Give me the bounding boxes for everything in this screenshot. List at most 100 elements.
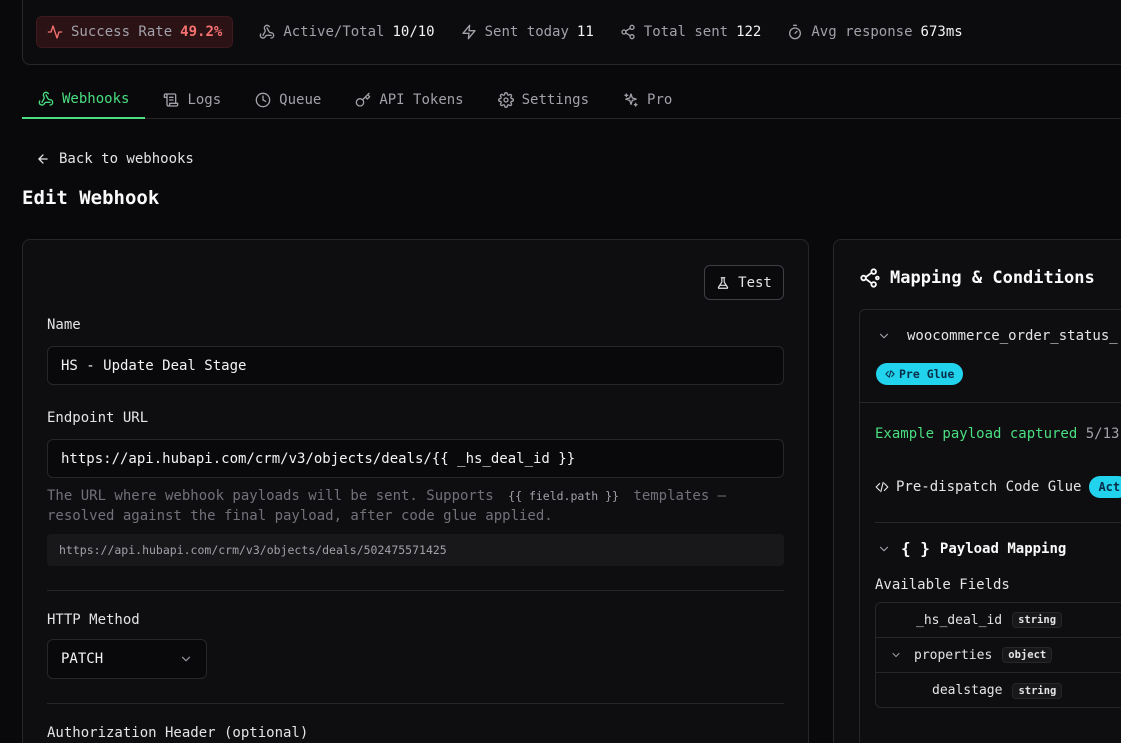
captured-text: Example payload captured xyxy=(875,426,1078,442)
webhook-icon xyxy=(38,91,54,107)
template-syntax-chip: {{ field.path }} xyxy=(508,489,619,503)
sent-today-label: Sent today xyxy=(484,24,569,40)
gear-icon xyxy=(497,91,514,108)
stats-bar: Success Rate 49.2% Active/Total 10/10 Se… xyxy=(22,0,1121,65)
http-method-label: HTTP Method xyxy=(47,612,140,628)
endpoint-url-label: Endpoint URL xyxy=(47,410,149,426)
test-button-label: Test xyxy=(738,274,772,291)
activity-icon xyxy=(47,24,63,40)
field-type-badge: string xyxy=(1012,682,1063,699)
mapping-title: Mapping & Conditions xyxy=(859,267,1095,289)
glue-active-badge: Act xyxy=(1089,476,1121,498)
key-icon xyxy=(355,92,371,108)
sent-today-value: 11 xyxy=(576,24,594,40)
tab-api-tokens[interactable]: API Tokens xyxy=(339,80,479,119)
avg-response-label: Avg response xyxy=(811,24,913,40)
field-type-badge: object xyxy=(1002,647,1053,663)
section-divider xyxy=(47,703,784,704)
name-label: Name xyxy=(47,317,81,333)
panel-divider xyxy=(860,402,1121,403)
chevron-down-icon xyxy=(890,649,902,661)
name-value: HS - Update Deal Stage xyxy=(61,357,247,374)
tab-settings[interactable]: Settings xyxy=(482,80,605,119)
braces-icon: { } xyxy=(901,539,930,558)
total-sent-label: Total sent xyxy=(643,24,729,40)
tab-label: Settings xyxy=(521,91,590,108)
chevron-down-icon xyxy=(877,542,891,556)
test-button[interactable]: Test xyxy=(704,265,784,300)
active-total-label: Active/Total xyxy=(283,24,385,40)
field-name: dealstage xyxy=(932,683,1003,698)
mapping-card: Mapping & Conditions woocommerce_order_s… xyxy=(833,239,1121,743)
captured-date: 5/13 xyxy=(1085,426,1120,442)
back-to-webhooks-link[interactable]: Back to webhooks xyxy=(36,151,194,167)
resolved-url-preview: https://api.hubapi.com/crm/v3/objects/de… xyxy=(47,534,784,566)
main-tabs: Webhooks Logs Queue API Tokens Settings … xyxy=(22,80,1121,119)
avg-response-value: 673ms xyxy=(920,24,963,40)
success-rate-label: Success Rate xyxy=(71,24,173,40)
field-name: properties xyxy=(914,647,993,663)
tab-queue[interactable]: Queue xyxy=(239,80,337,119)
field-name: _hs_deal_id xyxy=(916,612,1003,628)
total-sent-stat: Total sent 122 xyxy=(620,24,762,40)
name-input[interactable]: HS - Update Deal Stage xyxy=(47,346,784,385)
field-row[interactable]: _hs_deal_id string xyxy=(876,603,1121,638)
webhook-form-card: Test Name HS - Update Deal Stage Endpoin… xyxy=(22,239,809,743)
hook-name: woocommerce_order_status_ xyxy=(907,328,1118,344)
hook-panel: woocommerce_order_status_ Pre Glue Examp… xyxy=(859,309,1121,743)
tab-pro[interactable]: Pro xyxy=(607,80,688,119)
panel-divider xyxy=(875,522,1121,523)
endpoint-url-input[interactable]: https://api.hubapi.com/crm/v3/objects/de… xyxy=(47,439,784,478)
sent-today-stat: Sent today 11 xyxy=(461,24,594,40)
field-type-badge: string xyxy=(1012,612,1063,628)
active-total-value: 10/10 xyxy=(392,24,435,40)
tab-label: API Tokens xyxy=(379,91,464,108)
chevron-down-icon xyxy=(877,329,891,343)
payload-mapping-header[interactable]: { } Payload Mapping xyxy=(877,539,1066,558)
clock-icon xyxy=(255,92,271,108)
sparkles-icon xyxy=(623,92,639,108)
section-divider xyxy=(47,590,784,591)
tab-label: Pro xyxy=(647,91,673,108)
flask-icon xyxy=(716,276,730,290)
help-text-before: The URL where webhook payloads will be s… xyxy=(47,488,494,504)
glue-label: Pre-dispatch Code Glue xyxy=(896,479,1082,495)
available-fields-label: Available Fields xyxy=(875,577,1010,593)
pre-glue-badge: Pre Glue xyxy=(876,363,964,385)
timer-icon xyxy=(787,24,803,40)
endpoint-url-value: https://api.hubapi.com/crm/v3/objects/de… xyxy=(61,450,576,467)
success-rate-stat: Success Rate 49.2% xyxy=(36,16,234,48)
total-sent-value: 122 xyxy=(736,24,762,40)
tab-label: Webhooks xyxy=(62,90,130,107)
authorization-header-label: Authorization Header (optional) xyxy=(47,725,309,741)
success-rate-value: 49.2% xyxy=(180,24,223,40)
back-label: Back to webhooks xyxy=(59,151,194,167)
http-method-select[interactable]: PATCH xyxy=(47,639,207,679)
mapping-title-text: Mapping & Conditions xyxy=(890,268,1095,288)
tab-webhooks[interactable]: Webhooks xyxy=(22,80,146,119)
endpoint-url-help: The URL where webhook payloads will be s… xyxy=(47,486,784,526)
active-total-stat: Active/Total 10/10 xyxy=(259,24,435,40)
field-row[interactable]: dealstage string xyxy=(876,673,1121,708)
chevron-down-icon xyxy=(179,652,193,666)
tab-label: Logs xyxy=(187,91,222,108)
bolt-icon xyxy=(461,24,477,40)
page-title: Edit Webhook xyxy=(22,187,160,209)
http-method-value: PATCH xyxy=(61,651,104,667)
tab-logs[interactable]: Logs xyxy=(147,80,237,119)
pre-dispatch-glue-row[interactable]: Pre-dispatch Code Glue Act xyxy=(875,476,1121,498)
share-icon xyxy=(620,24,636,40)
arrow-left-icon xyxy=(36,152,50,166)
available-fields-list: _hs_deal_id string properties object dea… xyxy=(875,602,1121,708)
scroll-icon xyxy=(163,92,179,108)
resolved-url-value: https://api.hubapi.com/crm/v3/objects/de… xyxy=(59,543,447,557)
workflow-icon xyxy=(859,267,881,289)
pre-glue-label: Pre Glue xyxy=(899,367,955,381)
payload-captured-status: Example payload captured 5/13 xyxy=(875,426,1119,442)
avg-response-stat: Avg response 673ms xyxy=(787,24,963,40)
webhook-icon xyxy=(259,24,275,40)
field-row[interactable]: properties object xyxy=(876,638,1121,673)
tab-label: Queue xyxy=(279,91,322,108)
code-icon xyxy=(875,480,889,494)
hook-header[interactable]: woocommerce_order_status_ xyxy=(877,328,1118,344)
